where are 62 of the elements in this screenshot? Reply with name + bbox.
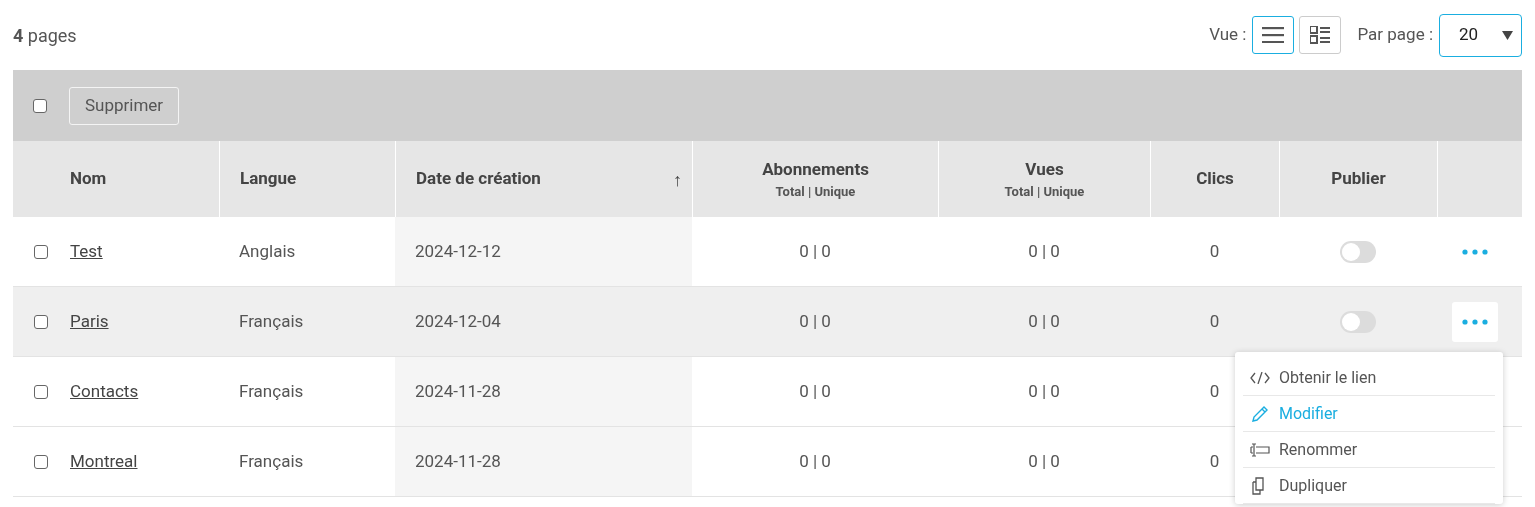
table-cell-text: Français: [239, 379, 304, 403]
table-cell-text: 0 | 0: [1028, 379, 1060, 403]
table-cell-text: 0: [1209, 449, 1220, 473]
grid-view-button[interactable]: [1299, 16, 1342, 54]
table-cell-text: 2024-12-12: [415, 239, 501, 263]
table-cell-text: Français: [239, 449, 304, 473]
page-name-link[interactable]: Paris: [70, 308, 109, 335]
checkbox[interactable]: [34, 384, 48, 399]
column-header[interactable]: Publier: [1331, 166, 1386, 192]
column-header[interactable]: Langue: [240, 166, 297, 192]
menu-item[interactable]: Renommer: [1243, 432, 1495, 468]
view-label: Vue :: [1209, 23, 1247, 47]
table-row[interactable]: Paris Français 2024-12-04 0 | 0 0 | 0 0: [13, 287, 1522, 357]
table-cell-text: 0: [1209, 309, 1220, 333]
list-view-button[interactable]: [1252, 16, 1295, 54]
more-icon: [1462, 248, 1488, 255]
checkbox[interactable]: [34, 314, 48, 329]
table-cell-text: 2024-11-28: [415, 379, 501, 403]
column-header[interactable]: Abonnements: [762, 157, 869, 183]
column-header[interactable]: Vues: [1025, 157, 1064, 183]
publish-toggle[interactable]: [1340, 240, 1376, 263]
table-cell-text: 2024-11-28: [415, 449, 501, 473]
delete-button[interactable]: Supprimer: [69, 86, 180, 125]
table-cell-text: 0 | 0: [1028, 239, 1060, 263]
table-cell-text: 0 | 0: [1028, 309, 1060, 333]
sort-icon[interactable]: ↑: [673, 166, 682, 193]
page-name-link[interactable]: Montreal: [70, 448, 138, 475]
checkbox[interactable]: [33, 98, 47, 113]
per-page-select[interactable]: 20: [1439, 13, 1522, 57]
more-icon: [1462, 318, 1488, 325]
page-name-link[interactable]: Test: [70, 238, 103, 265]
table-cell-text: 0 | 0: [799, 449, 831, 473]
table-cell-text: 0: [1209, 239, 1220, 263]
menu-icon: [1262, 27, 1285, 43]
menu-item[interactable]: Obtenir le lien: [1243, 360, 1495, 396]
column-header[interactable]: Nom: [70, 166, 107, 192]
publish-toggle[interactable]: [1340, 310, 1376, 333]
table-cell-text: 0 | 0: [799, 239, 831, 263]
checkbox[interactable]: [34, 454, 48, 469]
rename-icon: [1250, 442, 1270, 457]
table-cell-text: 0 | 0: [799, 309, 831, 333]
table-cell-text: 0 | 0: [1028, 449, 1060, 473]
table-cell-text: Français: [239, 309, 304, 333]
table-cell-text: 0 | 0: [799, 379, 831, 403]
table-cell-text: Anglais: [239, 239, 296, 263]
column-subheader: Total | Unique: [1004, 182, 1085, 201]
column-header[interactable]: Date de création: [416, 166, 541, 192]
column-subheader: Total | Unique: [775, 182, 856, 201]
menu-item[interactable]: Dupliquer: [1243, 468, 1495, 504]
page-count: 4 pages: [13, 23, 77, 48]
caret-icon: [1502, 30, 1513, 40]
list-grid-icon: [1310, 26, 1331, 44]
table-cell-text: 2024-12-04: [415, 309, 501, 333]
column-header[interactable]: Clics: [1196, 166, 1234, 192]
pencil-icon: [1251, 404, 1269, 423]
code-icon: [1250, 371, 1270, 384]
more-button[interactable]: [1452, 301, 1498, 342]
checkbox[interactable]: [34, 244, 48, 259]
table-cell-text: 0: [1209, 379, 1220, 403]
table-row[interactable]: Test Anglais 2024-12-12 0 | 0 0 | 0 0: [13, 217, 1522, 287]
page-name-link[interactable]: Contacts: [70, 378, 139, 405]
per-page-label: Par page :: [1357, 23, 1433, 47]
